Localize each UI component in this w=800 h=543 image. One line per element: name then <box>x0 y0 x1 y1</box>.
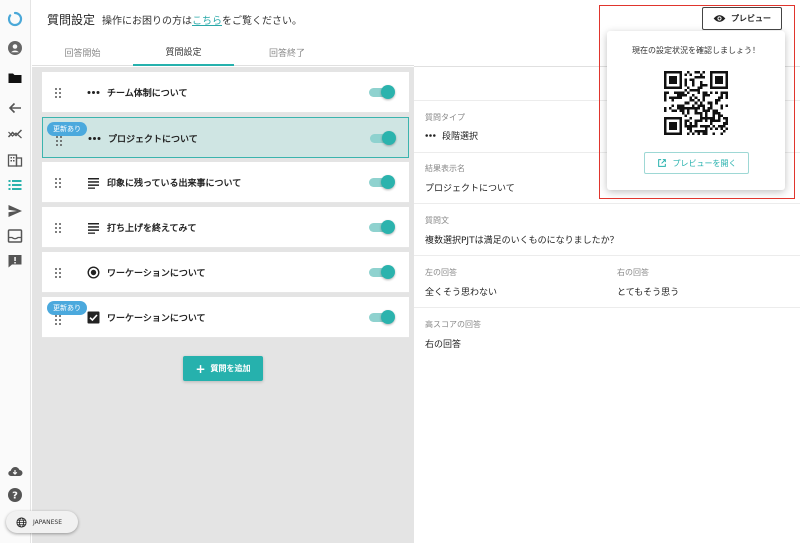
question-text-value: 複数選択PJTは満足のいくものになりましたか？ <box>425 236 619 246</box>
divider <box>414 203 800 204</box>
question-item[interactable]: ワーケーションについて <box>42 297 409 338</box>
preview-button[interactable]: プレビュー <box>702 7 782 30</box>
question-list-icon[interactable] <box>7 177 23 193</box>
left-answer-label: 左の回答 <box>425 268 457 277</box>
question-label: ワーケーションについて <box>107 269 206 279</box>
tab-answer-start[interactable]: 回答開始 <box>32 38 133 66</box>
dots-icon <box>87 86 100 99</box>
enable-toggle[interactable] <box>369 220 395 234</box>
question-item[interactable]: チーム体制について <box>42 72 409 113</box>
question-list-panel: チーム体制について プロジェクトについて 印象に残っている出来事について 打ち上… <box>32 67 414 543</box>
type-value: 段階選択 <box>425 129 478 142</box>
updated-badge: 更新あり <box>47 122 87 136</box>
help-suffix: をご覧ください。 <box>222 16 302 27</box>
tab-question-settings[interactable]: 質問設定 <box>133 38 234 66</box>
globe-icon <box>16 516 27 528</box>
side-navigation: ? <box>0 0 31 543</box>
dots-icon <box>88 132 101 145</box>
drag-handle-icon[interactable] <box>55 135 63 147</box>
divider <box>414 307 800 308</box>
question-text-label: 質問文 <box>425 216 449 225</box>
preview-button-label: プレビュー <box>731 14 771 23</box>
help-prefix: 操作にお困りの方は <box>102 16 192 27</box>
analytics-icon[interactable] <box>7 126 23 142</box>
question-item-selected[interactable]: プロジェクトについて <box>42 117 409 158</box>
high-score-label: 高スコアの回答 <box>425 320 481 329</box>
step-tabs: 回答開始 質問設定 回答終了 <box>32 38 414 66</box>
question-label: ワーケーションについて <box>107 314 206 324</box>
enable-toggle[interactable] <box>370 131 396 145</box>
right-answer-label: 右の回答 <box>617 268 649 277</box>
question-item[interactable]: 印象に残っている出来事について <box>42 162 409 203</box>
drag-handle-icon[interactable] <box>54 222 62 234</box>
enable-toggle[interactable] <box>369 175 395 189</box>
enable-toggle[interactable] <box>369 265 395 279</box>
lines-icon <box>87 176 100 189</box>
language-label: JAPANESE <box>33 518 62 526</box>
question-item[interactable]: 打ち上げを終えてみて <box>42 207 409 248</box>
help-link[interactable]: こちら <box>192 16 222 27</box>
enable-toggle[interactable] <box>369 85 395 99</box>
send-icon[interactable] <box>7 203 23 219</box>
highlight-box <box>599 5 795 199</box>
inbox-icon[interactable] <box>7 228 23 244</box>
dots-icon <box>425 134 436 137</box>
cloud-download-icon[interactable] <box>7 463 23 479</box>
drag-handle-icon[interactable] <box>54 314 62 326</box>
help-text: 操作にお困りの方はこちらをご覧ください。 <box>102 12 302 27</box>
question-label: プロジェクトについて <box>108 135 198 145</box>
help-icon[interactable]: ? <box>7 487 23 503</box>
divider <box>414 255 800 256</box>
lines-icon <box>87 221 100 234</box>
type-label: 質問タイプ <box>425 113 465 122</box>
page-title: 質問設定 <box>47 13 96 27</box>
drag-handle-icon[interactable] <box>54 267 62 279</box>
radio-icon <box>87 266 100 279</box>
right-answer-value: とてもそう思う <box>617 288 680 298</box>
app-logo-icon[interactable] <box>7 11 23 27</box>
folder-icon[interactable] <box>7 70 23 86</box>
svg-text:?: ? <box>12 491 18 502</box>
language-button[interactable]: JAPANESE <box>6 511 78 533</box>
question-label: チーム体制について <box>107 89 188 99</box>
question-label: 印象に残っている出来事について <box>107 179 242 189</box>
left-answer-value: 全くそう思わない <box>425 288 498 298</box>
add-question-button[interactable]: + 質問を追加 <box>183 356 263 381</box>
question-label: 打ち上げを終えてみて <box>107 224 197 234</box>
type-value-text: 段階選択 <box>442 132 479 142</box>
feedback-icon[interactable] <box>7 253 23 269</box>
drag-handle-icon[interactable] <box>54 87 62 99</box>
result-value: プロジェクトについて <box>425 184 515 194</box>
tab-answer-end[interactable]: 回答終了 <box>234 38 340 66</box>
checkbox-icon <box>87 311 100 324</box>
enable-toggle[interactable] <box>369 310 395 324</box>
eye-icon <box>713 15 726 22</box>
result-label: 結果表示名 <box>425 164 465 173</box>
building-icon[interactable] <box>7 152 23 168</box>
question-item[interactable]: ワーケーションについて <box>42 252 409 293</box>
account-icon[interactable] <box>7 40 23 56</box>
updated-badge: 更新あり <box>47 301 87 315</box>
plus-icon: + <box>195 361 206 376</box>
high-score-value: 右の回答 <box>425 340 462 350</box>
back-arrow-icon[interactable] <box>7 100 23 116</box>
add-question-label: 質問を追加 <box>210 364 251 373</box>
drag-handle-icon[interactable] <box>54 177 62 189</box>
